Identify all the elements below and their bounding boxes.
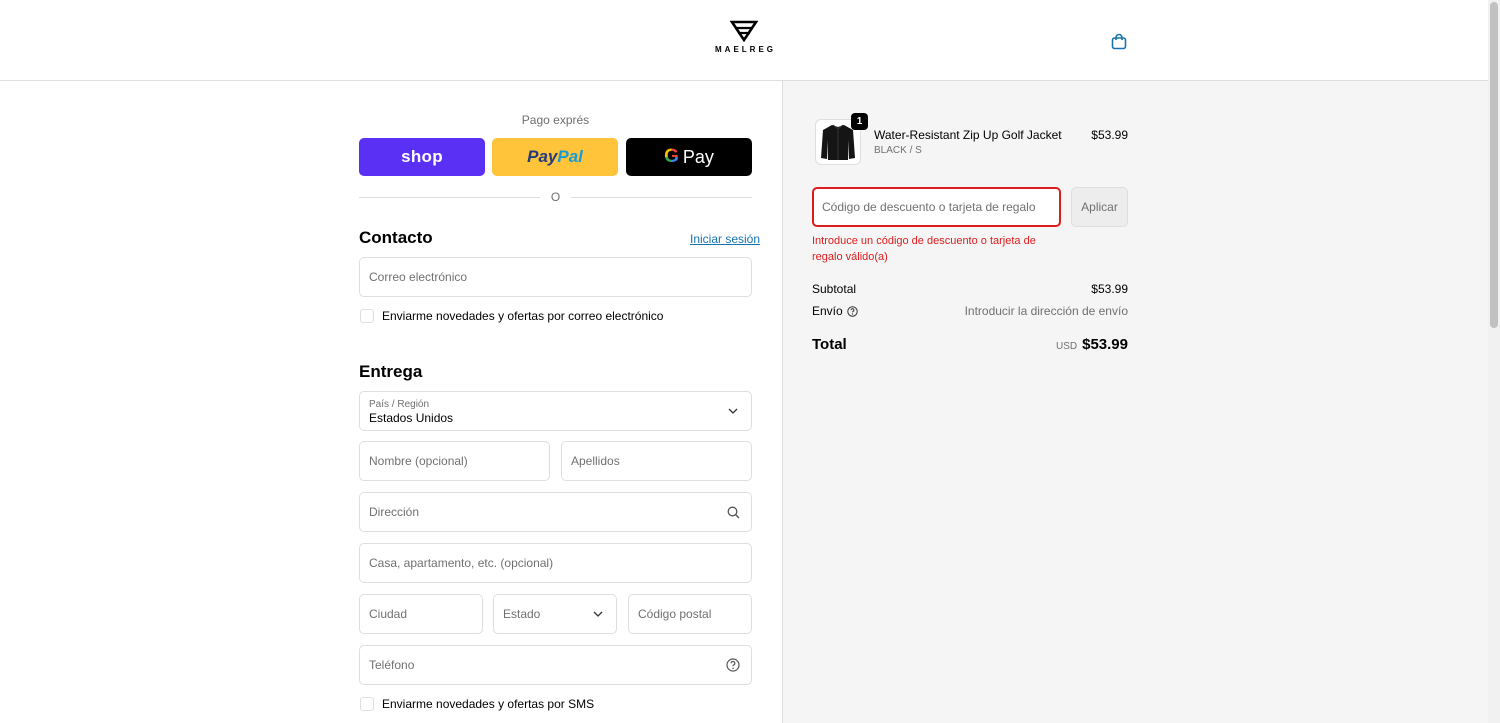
apartment-field[interactable]: Casa, apartamento, etc. (opcional) <box>359 543 752 583</box>
discount-error-message: Introduce un código de descuento o tarje… <box>812 235 1036 263</box>
scrollbar-thumb[interactable] <box>1490 2 1498 328</box>
help-circle-icon[interactable] <box>725 657 741 673</box>
page-scrollbar[interactable] <box>1488 0 1500 723</box>
shipping-row: Envío Introducir la dirección de envío <box>812 304 1128 318</box>
sms-newsletter-option[interactable]: Enviarme novedades y ofertas por SMS <box>360 697 594 711</box>
address-field[interactable]: Dirección <box>359 492 752 532</box>
postal-code-placeholder: Código postal <box>638 607 712 621</box>
login-link[interactable]: Iniciar sesión <box>690 232 760 246</box>
last-name-placeholder: Apellidos <box>571 454 620 468</box>
email-newsletter-label: Enviarme novedades y ofertas por correo … <box>382 309 664 323</box>
first-name-field[interactable]: Nombre (opcional) <box>359 441 550 481</box>
email-field[interactable]: Correo electrónico <box>359 257 752 297</box>
apply-discount-button[interactable]: Aplicar <box>1071 187 1128 227</box>
or-divider: O <box>359 190 752 206</box>
discount-code-placeholder: Código de descuento o tarjeta de regalo <box>822 200 1036 214</box>
paypal-logo-part1: Pay <box>527 147 558 166</box>
brand-name: MAELREG <box>715 45 776 54</box>
sms-newsletter-checkbox[interactable] <box>360 697 374 711</box>
quantity-badge: 1 <box>851 113 868 130</box>
checkout-header: MAELREG <box>0 0 1488 81</box>
brand-logo[interactable]: MAELREG <box>706 20 782 54</box>
apply-discount-label: Aplicar <box>1081 200 1118 214</box>
postal-code-field[interactable]: Código postal <box>628 594 752 634</box>
paypal-logo-part2: Pal <box>557 147 583 166</box>
maelreg-logo-icon <box>730 20 758 42</box>
first-name-placeholder: Nombre (opcional) <box>369 454 468 468</box>
email-newsletter-checkbox[interactable] <box>360 309 374 323</box>
help-circle-icon[interactable] <box>846 305 858 317</box>
shop-pay-logo: shop <box>401 147 443 166</box>
state-select[interactable]: Estado <box>493 594 617 634</box>
city-field[interactable]: Ciudad <box>359 594 483 634</box>
subtotal-value: $53.99 <box>1091 282 1128 296</box>
search-icon <box>725 504 741 520</box>
total-amount: $53.99 <box>1082 336 1128 353</box>
address-placeholder: Dirección <box>369 505 420 519</box>
product-name: Water-Resistant Zip Up Golf Jacket <box>874 128 1062 142</box>
phone-field[interactable]: Teléfono <box>359 645 752 685</box>
city-placeholder: Ciudad <box>369 607 408 621</box>
google-g-icon: G <box>664 146 679 167</box>
express-checkout-label: Pago exprés <box>521 113 590 127</box>
chevron-down-icon <box>725 403 741 419</box>
apartment-placeholder: Casa, apartamento, etc. (opcional) <box>369 556 554 570</box>
chevron-down-icon <box>590 606 606 622</box>
order-summary-panel <box>782 81 1488 723</box>
sms-newsletter-label: Enviarme novedades y ofertas por SMS <box>382 697 595 711</box>
email-placeholder: Correo electrónico <box>369 270 468 284</box>
paypal-button[interactable]: Pay Pal <box>492 138 618 176</box>
product-variant: BLACK / S <box>874 145 922 156</box>
subtotal-label: Subtotal <box>812 282 857 296</box>
shop-pay-button[interactable]: shop <box>359 138 485 176</box>
google-pay-button[interactable]: G Pay <box>626 138 752 176</box>
contact-title: Contacto <box>359 228 433 247</box>
delivery-title: Entrega <box>359 362 423 381</box>
country-select[interactable]: País / Región Estados Unidos <box>359 391 752 431</box>
email-newsletter-option[interactable]: Enviarme novedades y ofertas por correo … <box>360 309 663 323</box>
total-currency: USD <box>1055 341 1078 352</box>
product-price: $53.99 <box>1091 128 1128 142</box>
discount-code-field[interactable]: Código de descuento o tarjeta de regalo <box>812 187 1061 227</box>
total-row: Total USD $53.99 <box>812 336 1128 354</box>
total-label: Total <box>812 336 847 353</box>
shopping-bag-icon <box>1111 33 1127 49</box>
state-label: Estado <box>503 607 541 621</box>
google-pay-label: Pay <box>682 146 714 167</box>
shipping-value: Introducir la dirección de envío <box>964 304 1128 318</box>
shipping-label: Envío <box>812 304 843 318</box>
last-name-field[interactable]: Apellidos <box>561 441 752 481</box>
country-label: País / Región <box>369 398 430 410</box>
subtotal-row: Subtotal $53.99 <box>812 282 1128 296</box>
phone-placeholder: Teléfono <box>369 658 415 672</box>
country-value: Estados Unidos <box>369 410 454 425</box>
cart-button[interactable] <box>1108 30 1130 52</box>
